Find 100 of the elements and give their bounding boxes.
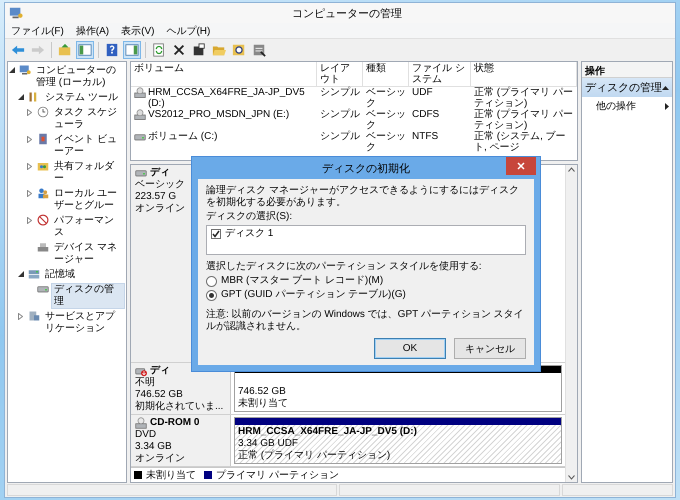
disk-detail: オンライン bbox=[135, 453, 185, 465]
tree-item[interactable]: タスク スケジューラ bbox=[51, 106, 125, 132]
disk-name: ディ bbox=[150, 167, 170, 179]
radio-label[interactable]: MBR (マスター ブート レコード)(M) bbox=[221, 275, 384, 287]
section-header[interactable]: ディスクの管理 bbox=[582, 78, 672, 97]
disk-detail: 223.57 G bbox=[135, 191, 176, 203]
radio-button[interactable] bbox=[206, 290, 217, 300]
disk-detail: オンライン bbox=[135, 203, 185, 215]
tree-item[interactable]: デバイス マネージャー bbox=[51, 241, 125, 267]
tree-item[interactable]: パフォーマンス bbox=[51, 214, 125, 240]
disk-detail: 不明 bbox=[135, 377, 155, 389]
scrollbar[interactable] bbox=[565, 165, 577, 482]
collapsed-arrow-icon[interactable] bbox=[27, 190, 32, 196]
dialog-button[interactable]: OK bbox=[374, 338, 446, 359]
table-cell: UDF bbox=[412, 87, 433, 98]
tree-item[interactable]: 記憶域 bbox=[42, 268, 78, 282]
table-cell-text: HRM_CCSA_X64FRE_JA-JP_DV5 (D:) bbox=[148, 87, 306, 109]
partition-title: HRM_CCSA_X64FRE_JA-JP_DV5 (D:) bbox=[238, 426, 418, 438]
radio-button[interactable] bbox=[206, 276, 217, 286]
collapsed-arrow-icon[interactable] bbox=[27, 108, 32, 116]
collapse-caret-icon[interactable] bbox=[662, 86, 669, 90]
submenu-arrow-icon bbox=[665, 102, 669, 110]
field-label: ディスクの選択(S): bbox=[206, 211, 294, 223]
users-icon bbox=[37, 187, 49, 199]
partition-detail: 3.34 GB UDF bbox=[238, 438, 300, 450]
tree-item[interactable]: コンピューターの管理 (ローカル) bbox=[33, 64, 125, 90]
partition-block[interactable]: HRM_CCSA_X64FRE_JA-JP_DV5 (D:) 3.34 GB UDF 正常 (プライマリ パーティション) bbox=[234, 417, 562, 464]
tree-pane-icon[interactable] bbox=[76, 41, 94, 59]
tree-item[interactable]: システム ツール bbox=[42, 91, 121, 105]
dialog-message: 論理ディスク マネージャーがアクセスできるようにするにはディスクを初期化する必要があります。 bbox=[206, 185, 520, 209]
clock-icon bbox=[37, 106, 49, 118]
checkbox[interactable] bbox=[211, 229, 221, 239]
optical-drive-icon bbox=[134, 109, 146, 121]
menu-item[interactable]: 操作(A) bbox=[76, 24, 110, 38]
disk-detail: 初期化されていま... bbox=[135, 401, 224, 413]
disk-name: CD-ROM 0 bbox=[150, 417, 200, 429]
table-cell: 正常 (プライマリ パーティション) bbox=[474, 87, 574, 109]
table-cell: ベーシック bbox=[366, 131, 406, 153]
field-label: 選択したディスクに次のパーティション スタイルを使用する: bbox=[206, 261, 483, 273]
menu-item[interactable]: ファイル(F) bbox=[11, 24, 64, 38]
partition-detail: 未割り当て bbox=[238, 398, 289, 410]
collapsed-arrow-icon[interactable] bbox=[18, 312, 23, 320]
table-cell: NTFS bbox=[412, 131, 438, 142]
action-item[interactable]: 他の操作 bbox=[582, 97, 672, 115]
optical-drive-icon bbox=[134, 87, 146, 99]
tree-item[interactable]: ローカル ユーザーとグルー bbox=[51, 187, 125, 213]
table-cell-text: 正常 (システム, ブート, ページ bbox=[474, 131, 567, 153]
table-cell: シンプル bbox=[320, 109, 360, 120]
window-title: コンピューターの管理 bbox=[291, 6, 403, 20]
scroll-down-icon[interactable] bbox=[568, 475, 575, 480]
close-icon bbox=[517, 162, 525, 170]
disk-detail: 746.52 GB bbox=[135, 389, 183, 400]
disk-detail: 3.34 GB bbox=[135, 441, 172, 453]
devices-icon bbox=[37, 241, 49, 253]
menu-item[interactable]: ヘルプ(H) bbox=[166, 24, 210, 38]
tree-item[interactable]: サービスとアプリケーション bbox=[42, 310, 125, 336]
section-title: ディスクの管理 bbox=[585, 81, 662, 95]
table-cell: CDFS bbox=[412, 109, 440, 120]
expanded-arrow-icon[interactable] bbox=[9, 67, 15, 73]
disk-name: ディ bbox=[150, 365, 170, 377]
table-cell: シンプル bbox=[320, 87, 360, 98]
column-header[interactable]: レイアウト bbox=[317, 62, 363, 87]
disk-list[interactable]: ディスク 1 bbox=[206, 225, 526, 255]
expanded-arrow-icon[interactable] bbox=[18, 94, 24, 100]
list-item[interactable]: ディスク 1 bbox=[225, 228, 274, 240]
column-header[interactable]: 状態 bbox=[471, 62, 577, 87]
action-pane-icon[interactable] bbox=[123, 41, 141, 59]
disk-detail: DVD bbox=[135, 429, 156, 441]
table-cell: ベーシック bbox=[366, 87, 406, 109]
table-cell: ボリューム (C:) bbox=[148, 131, 218, 142]
tree-item[interactable]: 共有フォルダー bbox=[51, 160, 125, 186]
table-cell: ベーシック bbox=[366, 109, 406, 131]
partition-detail: 正常 (プライマリ パーティション) bbox=[238, 450, 392, 462]
computer-management-icon bbox=[19, 64, 31, 76]
radio-label[interactable]: GPT (GUID パーティション テーブル)(G) bbox=[221, 289, 406, 301]
expanded-arrow-icon[interactable] bbox=[18, 271, 24, 277]
tree-item[interactable]: ディスクの管理 bbox=[51, 283, 125, 309]
legend-label: 未割り当て bbox=[146, 468, 196, 482]
scroll-up-icon[interactable] bbox=[568, 167, 575, 172]
column-header[interactable]: ボリューム bbox=[131, 62, 317, 87]
dialog-button[interactable]: キャンセル bbox=[454, 338, 526, 359]
tree-item[interactable]: イベント ビューアー bbox=[51, 133, 125, 159]
event-log-icon bbox=[37, 133, 49, 145]
storage-icon bbox=[28, 268, 40, 280]
dialog-title: ディスクの初期化 bbox=[322, 162, 410, 176]
table-cell: VS2012_PRO_MSDN_JPN (E:) bbox=[148, 109, 290, 120]
column-header[interactable]: ファイル システム bbox=[409, 62, 471, 87]
collapsed-arrow-icon[interactable] bbox=[27, 216, 32, 224]
close-button[interactable] bbox=[506, 157, 536, 175]
computer-management-icon bbox=[9, 6, 23, 20]
partition-detail: 746.52 GB bbox=[238, 386, 287, 398]
table-cell: シンプル bbox=[320, 131, 360, 142]
legend-label: プライマリ パーティション bbox=[216, 468, 339, 482]
menu-item[interactable]: 表示(V) bbox=[121, 24, 154, 38]
collapsed-arrow-icon[interactable] bbox=[27, 162, 32, 170]
table-cell: 正常 (プライマリ パーティション) bbox=[474, 109, 574, 131]
note-text: 注意: 以前のバージョンの Windows では、GPT パーティション スタイルが認識されません。 bbox=[206, 309, 525, 333]
pane-header: 操作 bbox=[582, 62, 672, 78]
column-header[interactable]: 種類 bbox=[363, 62, 409, 87]
collapsed-arrow-icon[interactable] bbox=[27, 136, 32, 142]
